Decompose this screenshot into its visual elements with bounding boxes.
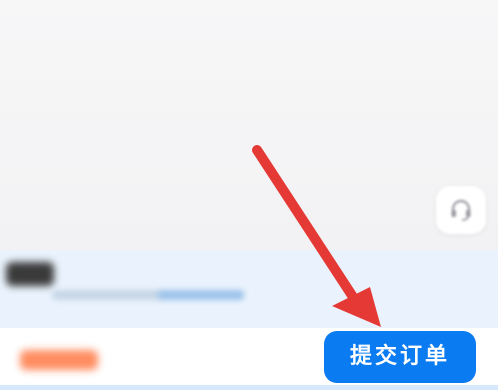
notice-thumbnail (6, 262, 54, 286)
customer-service-button[interactable] (436, 186, 486, 234)
submit-order-button[interactable]: 提交订单 (324, 331, 476, 383)
notice-text-blurred (52, 290, 162, 300)
notice-strip (0, 250, 498, 328)
bottom-action-bar: 提交订单 (0, 328, 498, 390)
notice-link-blurred[interactable] (158, 290, 244, 300)
page-content-area (0, 0, 498, 250)
bottom-edge-strip (0, 385, 498, 390)
total-price-blurred (20, 350, 98, 370)
headset-icon (451, 199, 471, 221)
